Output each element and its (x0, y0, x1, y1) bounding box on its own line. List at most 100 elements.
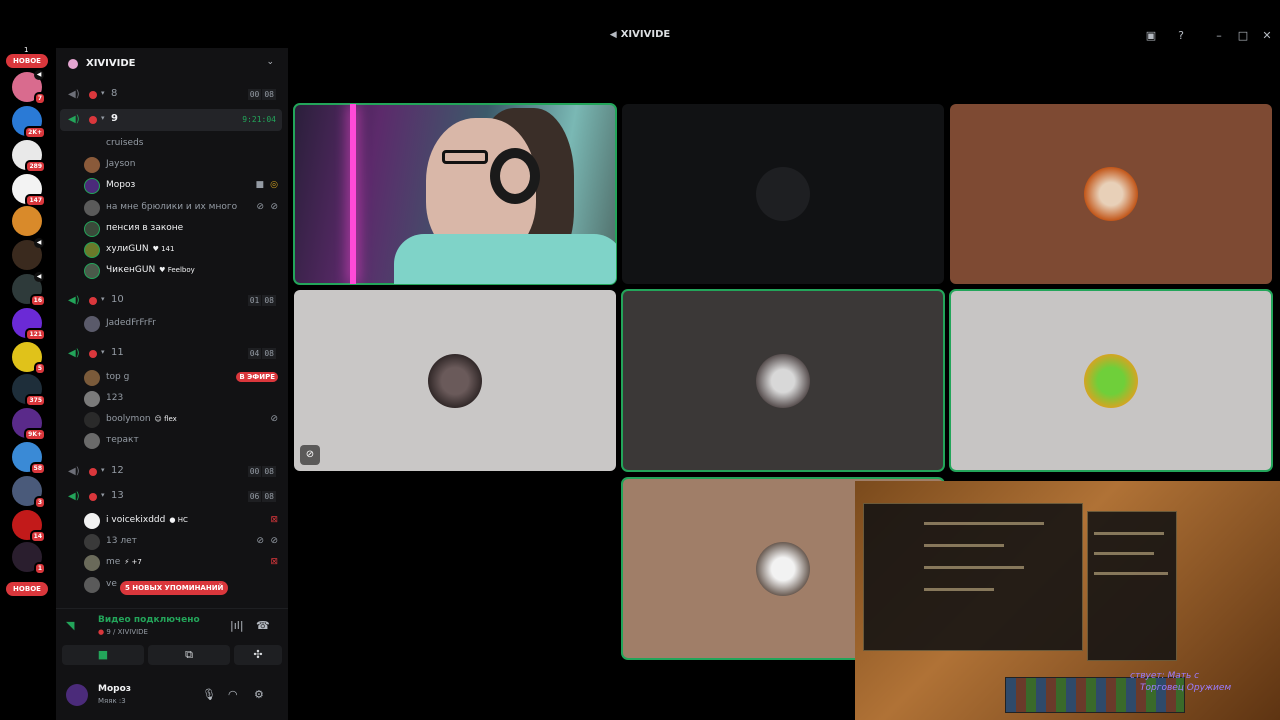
noise-suppression-icon[interactable]: |ıl| (230, 619, 244, 632)
video-tile-6[interactable] (949, 289, 1273, 472)
server-header[interactable]: XIVIVIDE ⌄ (56, 48, 288, 80)
user-name: boolymon ☺ flex (106, 414, 177, 424)
voice-user[interactable]: Мороз ■ ◎ (84, 176, 280, 196)
server-icon-5[interactable] (12, 206, 42, 236)
voice-user[interactable]: cruiseds (84, 134, 280, 154)
title-bar: ◀ XIVIVIDE ▣ ? – □ ✕ (0, 24, 1280, 48)
server-rail: 1 НОВОЕ 7 ◀ 2K+ 289 147 ◀ 16 ◀ 121 5 375 9… (0, 46, 54, 720)
channel-count: 00 08 (247, 89, 276, 100)
server-icon-6[interactable]: ◀ (12, 238, 44, 270)
avatar (84, 242, 100, 258)
server-icon-15[interactable]: 1 (12, 542, 46, 575)
voice-user[interactable]: top g В ЭФИРЕ (84, 368, 280, 388)
server-badge: 375 (25, 394, 46, 407)
activities-button[interactable]: ✣ (234, 645, 282, 665)
record-dot (89, 350, 97, 358)
chevron-down-icon[interactable]: ⌄ (266, 57, 274, 67)
muted-mic-icon: ⊘ (256, 202, 264, 212)
voice-user[interactable]: теракт (84, 431, 280, 451)
voice-channel-11[interactable]: ◀) ▾ 11 04 08 (60, 343, 282, 365)
voice-channel-12[interactable]: ◀) ▾ 12 00 08 (60, 461, 282, 483)
server-badge: 16 (29, 294, 46, 307)
video-tile-3[interactable] (950, 104, 1272, 284)
voice-user[interactable]: пенсия в законе (84, 219, 280, 239)
speaker-icon: ◀) (68, 491, 80, 502)
avatar[interactable] (66, 684, 88, 706)
voice-user[interactable]: i voicekixddd ● HC ⊠ (84, 511, 280, 531)
server-icon-7[interactable]: 16 ◀ (12, 272, 46, 307)
server-icon-2[interactable]: 2K+ (12, 106, 46, 139)
avatar (84, 316, 100, 332)
camera-button[interactable]: ■ (62, 645, 144, 665)
gear-icon[interactable]: ⚙ (254, 688, 264, 701)
avatar (84, 221, 100, 237)
stream-icon: ◎ (270, 180, 278, 190)
video-tile-webcam[interactable] (293, 103, 617, 285)
user-name-text: i voicekixddd (106, 515, 166, 525)
caret-icon: ▾ (101, 89, 105, 97)
channel-count: 01 08 (247, 295, 276, 306)
disconnect-icon[interactable]: ☎ (256, 619, 270, 632)
voice-user[interactable]: Jayson (84, 155, 280, 175)
voice-user[interactable]: JadedFrFrFr (84, 314, 280, 334)
avatar (756, 353, 810, 408)
screen-share-game[interactable]: ствует: Мать с Торговец Оружием (855, 481, 1280, 720)
channel-count-limit: 08 (262, 348, 276, 359)
speaker-icon: ◀) (68, 89, 80, 100)
user-name: Мороз (106, 180, 136, 190)
voice-user[interactable]: boolymon ☺ flex ⊘ (84, 410, 280, 430)
caret-icon: ▾ (101, 295, 105, 303)
server-icon-14[interactable]: 14 (12, 510, 46, 543)
server-badge: 1 (33, 562, 46, 575)
inbox-icon[interactable]: ▣ (1143, 28, 1159, 44)
game-text-row (924, 566, 1024, 569)
voice-status-title[interactable]: Видео подключено (98, 615, 200, 625)
server-icon-13[interactable]: 3 (12, 476, 46, 509)
channel-name: 8 (111, 88, 118, 99)
voice-user[interactable]: me ⚡ +7 ⊠ (84, 553, 280, 573)
headphones-icon[interactable]: ◠ (228, 688, 238, 701)
muted-video-icon[interactable]: ⊘ (300, 445, 320, 465)
voice-channel-9[interactable]: ◀) ▾ 9 9:21:04 (60, 109, 282, 131)
speaker-icon: ◀) (68, 348, 80, 359)
voice-connected-panel: ◥ Видео подключено ● 9 / XIVIVIDE |ıl| ☎… (56, 608, 288, 676)
server-icon-10[interactable]: 375 (12, 374, 46, 407)
server-badge: 58 (29, 462, 46, 475)
screen-share-button[interactable]: ⧉ (148, 645, 230, 665)
server-icon-3[interactable]: 289 (12, 140, 46, 173)
new-pill-top[interactable]: НОВОЕ (6, 54, 48, 68)
new-mentions-pill[interactable]: 5 НОВЫХ УПОМИНАНИЙ (120, 581, 229, 595)
game-text-row (1094, 532, 1164, 535)
server-icon-9[interactable]: 5 (12, 342, 46, 375)
server-badge: 289 (25, 160, 46, 173)
caret-icon: ▾ (101, 491, 105, 499)
server-icon-11[interactable]: 9K+ (12, 408, 46, 441)
voice-user[interactable]: на мне брюлики и их много ⊘ ⊘ (84, 198, 280, 218)
server-name: XIVIVIDE (86, 58, 136, 69)
server-icon-1[interactable]: 7 ◀ (12, 70, 46, 105)
server-badge: 2K+ (24, 126, 46, 139)
voice-user[interactable]: 123 (84, 389, 280, 409)
voice-user[interactable]: 13 лет ⊘ ⊘ (84, 532, 280, 552)
voice-user[interactable]: хулиGUN ♥ 141 (84, 240, 280, 260)
server-icon-4[interactable]: 147 (12, 174, 46, 207)
voice-channel-10[interactable]: ◀) ▾ 10 01 08 (60, 290, 282, 312)
server-icon-8[interactable]: 121 (12, 308, 46, 341)
avatar (84, 200, 100, 216)
video-tile-2[interactable] (622, 104, 944, 284)
channel-count-users: 04 (247, 348, 262, 359)
voice-user[interactable]: ЧикенGUN ♥ Feelboy (84, 261, 280, 281)
maximize-button[interactable]: □ (1235, 28, 1251, 44)
new-pill-bottom[interactable]: НОВОЕ (6, 582, 48, 596)
user-tag-text: Feelboy (167, 266, 195, 274)
video-tile-4[interactable]: ⊘ (294, 290, 616, 471)
server-icon-12[interactable]: 58 (12, 442, 46, 475)
voice-channel-13[interactable]: ◀) ▾ 13 06 08 (60, 486, 282, 508)
voice-channel-8[interactable]: ◀) ▾ 8 00 08 (60, 84, 282, 106)
video-tile-5[interactable] (621, 289, 945, 472)
help-icon[interactable]: ? (1173, 28, 1189, 44)
minimize-button[interactable]: – (1211, 28, 1227, 44)
close-button[interactable]: ✕ (1259, 28, 1275, 44)
microphone-icon[interactable]: 🎙 (202, 688, 216, 701)
muted-mic-icon: ⊘ (256, 536, 264, 546)
